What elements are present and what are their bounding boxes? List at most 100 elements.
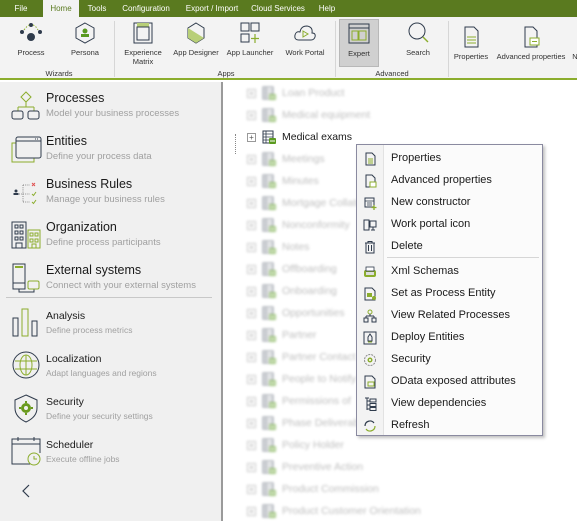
tree-row-label[interactable]: Loan Product — [282, 87, 344, 99]
sidebar-item-business-rules[interactable]: Business Rules Manage your business rule… — [10, 174, 215, 214]
tab-cloud-services[interactable]: Cloud Services — [249, 0, 307, 17]
entity-icon — [262, 240, 276, 254]
menu-item-deploy-entities[interactable]: Deploy Entities — [358, 327, 541, 349]
tree-row[interactable]: + Loan Product — [223, 83, 577, 105]
expand-toggle-icon[interactable]: + — [247, 221, 256, 230]
tree-row[interactable]: + Medical equipment — [223, 105, 577, 127]
tree-row-label[interactable]: Preventive Action — [282, 461, 363, 473]
menu-item-view-dependencies[interactable]: View dependencies — [358, 393, 541, 415]
tree-row-label[interactable]: Nonconformity — [282, 219, 350, 231]
ribbon-overflow-button[interactable]: N — [571, 23, 577, 71]
menu-item-set-as-process-entity[interactable]: Set as Process Entity — [358, 283, 541, 305]
tree-row-label[interactable]: Partner Contact — [282, 351, 356, 363]
app-designer-button[interactable]: App Designer — [170, 19, 222, 67]
menu-item-security[interactable]: Security — [358, 349, 541, 371]
menu-item-delete[interactable]: Delete — [358, 236, 541, 258]
expand-toggle-icon[interactable]: + — [247, 243, 256, 252]
entity-icon — [262, 328, 276, 342]
tree-row[interactable]: + Policy Holder — [223, 435, 577, 457]
expand-toggle-icon[interactable]: + — [247, 133, 256, 142]
search-button[interactable]: Search — [398, 19, 438, 67]
sidebar-item-external-systems[interactable]: External systems Connect with your exter… — [10, 260, 215, 300]
sidebar-item-organization[interactable]: Organization Define process participants — [10, 217, 215, 257]
expand-toggle-icon[interactable]: + — [247, 463, 256, 472]
menu-item-work-portal-icon[interactable]: Work portal icon — [358, 214, 541, 236]
studio-window: File Home Tools Configuration Export / I… — [0, 0, 577, 521]
expand-toggle-icon[interactable]: + — [247, 485, 256, 494]
tab-file[interactable]: File — [8, 0, 34, 17]
app-launcher-button[interactable]: App Launcher — [224, 19, 276, 67]
entity-icon — [262, 504, 276, 518]
sidebar-item-processes[interactable]: Processes Model your business processes — [10, 88, 215, 128]
expand-toggle-icon[interactable]: + — [247, 419, 256, 428]
external-systems-icon — [12, 263, 40, 293]
properties-button[interactable]: Properties — [451, 23, 491, 71]
tab-home[interactable]: Home — [43, 0, 79, 17]
tree-row-label[interactable]: Product Commission — [282, 483, 379, 495]
menu-item-properties[interactable]: Properties — [358, 148, 541, 170]
menu-item-label: Advanced properties — [391, 174, 492, 186]
tree-row-label[interactable]: Offboarding — [282, 263, 337, 275]
group-separator — [448, 21, 449, 77]
sidebar-item-security[interactable]: Security Define your security settings — [10, 390, 215, 430]
menu-item-advanced-properties[interactable]: Advanced properties — [358, 170, 541, 192]
experience-matrix-button[interactable]: Experience Matrix — [120, 19, 166, 67]
advanced-properties-label: Advanced properties — [496, 52, 566, 61]
sidebar-item-scheduler[interactable]: Scheduler Execute offline jobs — [10, 433, 215, 473]
sidebar-item-title: Organization — [46, 220, 117, 234]
tree-row-label[interactable]: Minutes — [282, 175, 319, 187]
tree-row[interactable]: + Product Customer Orientation — [223, 501, 577, 521]
expand-toggle-icon[interactable]: + — [247, 89, 256, 98]
expand-toggle-icon[interactable]: + — [247, 353, 256, 362]
tree-row[interactable]: + Product Commission — [223, 479, 577, 501]
expand-toggle-icon[interactable]: + — [247, 375, 256, 384]
tree-row-label[interactable]: Policy Holder — [282, 439, 344, 451]
tree-row-label[interactable]: Phase Deliverable — [282, 417, 367, 429]
expand-toggle-icon[interactable]: + — [247, 441, 256, 450]
menu-item-label: View dependencies — [391, 397, 487, 409]
tree-row-label[interactable]: Partner — [282, 329, 316, 341]
expand-toggle-icon[interactable]: + — [247, 309, 256, 318]
tab-export-import[interactable]: Export / Import — [181, 0, 243, 17]
expand-toggle-icon[interactable]: + — [247, 155, 256, 164]
tree-row-label[interactable]: Meetings — [282, 153, 325, 165]
expert-button[interactable]: Expert — [339, 19, 379, 67]
tree-row-label[interactable]: Medical equipment — [282, 109, 370, 121]
tab-configuration[interactable]: Configuration — [117, 0, 175, 17]
sidebar-item-analysis[interactable]: Analysis Define process metrics — [10, 304, 215, 344]
group-separator — [114, 21, 115, 77]
advanced-properties-button[interactable]: Advanced properties — [493, 23, 569, 71]
menu-item-new-constructor[interactable]: New constructor — [358, 192, 541, 214]
tree-row-label[interactable]: Medical exams — [282, 131, 352, 143]
menu-item-label: View Related Processes — [391, 309, 511, 321]
tree-row-label[interactable]: Onboarding — [282, 285, 337, 297]
tree-row-label[interactable]: People to Notify — [282, 373, 356, 385]
expand-toggle-icon[interactable]: + — [247, 177, 256, 186]
persona-label: Persona — [71, 48, 99, 57]
tab-help[interactable]: Help — [314, 0, 340, 17]
chevron-left-icon[interactable] — [18, 482, 34, 500]
tab-tools[interactable]: Tools — [82, 0, 112, 17]
tree-row-label[interactable]: Opportunities — [282, 307, 344, 319]
expand-toggle-icon[interactable]: + — [247, 331, 256, 340]
tree-row-label[interactable]: Permissions of — [282, 395, 351, 407]
sidebar-item-entities[interactable]: Entities Define your process data — [10, 131, 215, 171]
expand-toggle-icon[interactable]: + — [247, 397, 256, 406]
sidebar-item-localization[interactable]: Localization Adapt languages and regions — [10, 347, 215, 387]
persona-wizard-button[interactable]: Persona — [64, 19, 106, 67]
tree-row[interactable]: + Preventive Action — [223, 457, 577, 479]
advanced-properties-icon — [524, 26, 540, 48]
expand-toggle-icon[interactable]: + — [247, 111, 256, 120]
menu-item-odata-exposed-attributes[interactable]: OData exposed attributes — [358, 371, 541, 393]
menu-item-view-related-processes[interactable]: View Related Processes — [358, 305, 541, 327]
expand-toggle-icon[interactable]: + — [247, 265, 256, 274]
expand-toggle-icon[interactable]: + — [247, 507, 256, 516]
menu-item-xml-schemas[interactable]: Xml Schemas — [358, 261, 541, 283]
tree-row-label[interactable]: Notes — [282, 241, 309, 253]
tree-row-label[interactable]: Product Customer Orientation — [282, 505, 421, 517]
expand-toggle-icon[interactable]: + — [247, 287, 256, 296]
menu-item-refresh[interactable]: Refresh — [358, 415, 541, 437]
work-portal-button[interactable]: Work Portal — [280, 19, 330, 67]
process-wizard-button[interactable]: Process — [10, 19, 52, 67]
expand-toggle-icon[interactable]: + — [247, 199, 256, 208]
